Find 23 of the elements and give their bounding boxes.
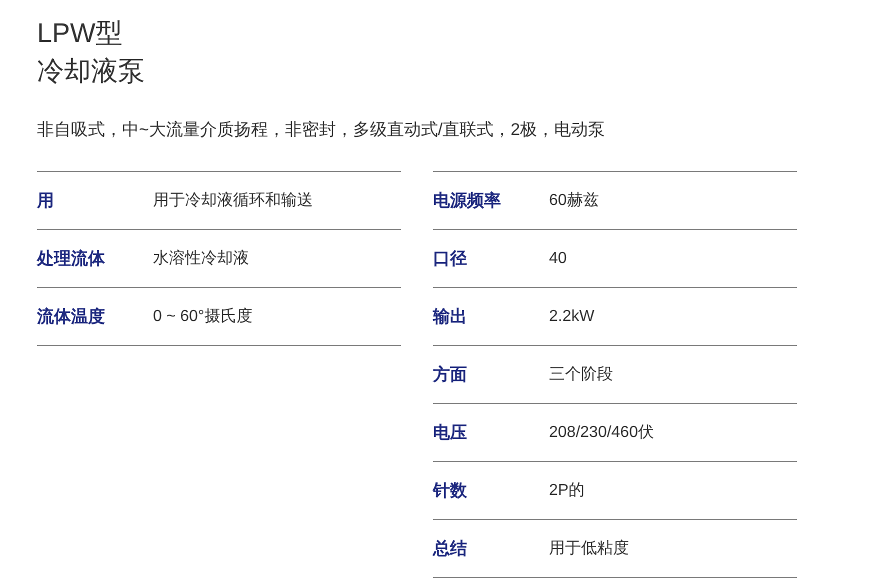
spec-label: 输出 [433, 306, 468, 328]
spec-label: 电压 [433, 422, 468, 444]
spec-label: 用 [37, 190, 55, 212]
spec-label: 总结 [433, 538, 468, 560]
spec-value: 40 [549, 248, 567, 268]
spec-value: 2P的 [549, 480, 585, 500]
description: 非自吸式，中~大流量介质扬程，非密封，多级直动式/直联式，2极，电动泵 [37, 119, 606, 141]
spec-value: 用于冷却液循环和输送 [153, 190, 313, 210]
spec-label: 口径 [433, 248, 468, 270]
spec-label: 方面 [433, 364, 468, 386]
spec-value: 用于低粘度 [549, 538, 629, 558]
spec-label: 针数 [433, 480, 468, 502]
spec-label: 电源频率 [433, 190, 502, 212]
spec-value: 208/230/460伏 [549, 422, 654, 442]
spec-value: 60赫兹 [549, 190, 599, 210]
spec-value: 三个阶段 [549, 364, 613, 384]
spec-value: 0 ~ 60°摄氏度 [153, 306, 252, 326]
page-title: 冷却液泵 [37, 55, 145, 88]
spec-value: 2.2kW [549, 306, 594, 326]
spec-label: 处理流体 [37, 248, 106, 270]
page-title: LPW型 [37, 17, 123, 50]
spec-value: 水溶性冷却液 [153, 248, 249, 268]
spec-label: 流体温度 [37, 306, 106, 328]
